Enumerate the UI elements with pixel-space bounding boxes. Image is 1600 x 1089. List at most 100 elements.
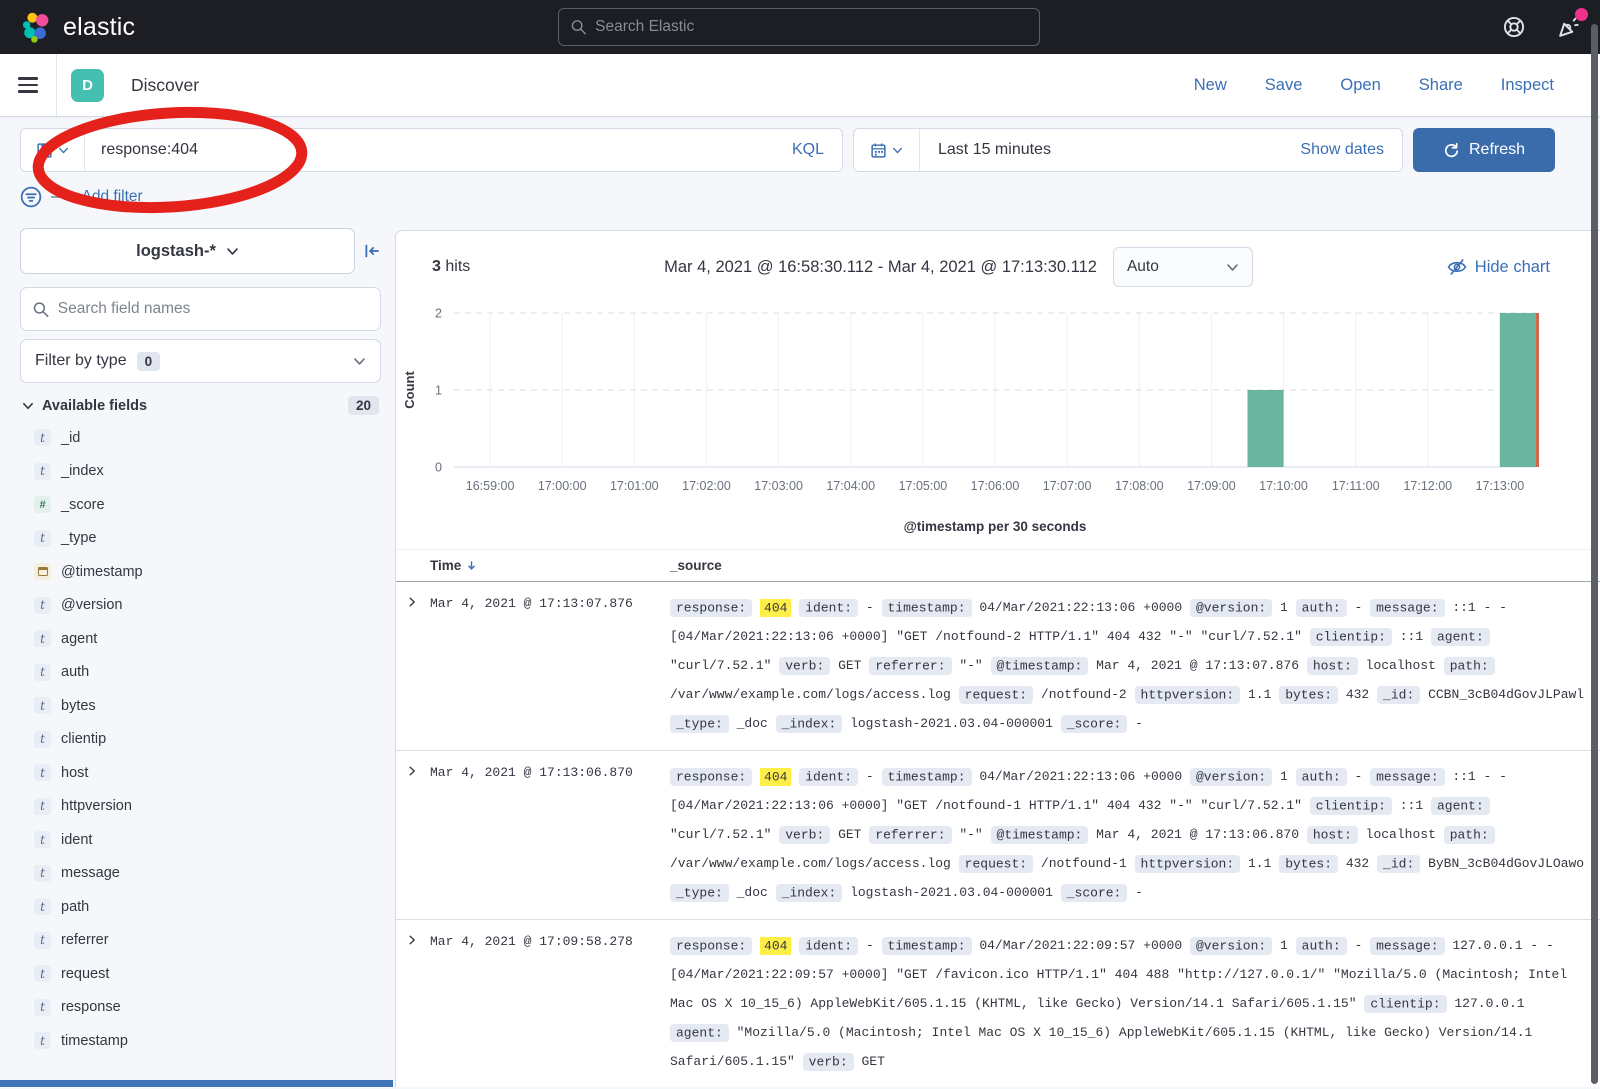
help-icon[interactable] bbox=[1502, 15, 1526, 39]
refresh-button[interactable]: Refresh bbox=[1413, 128, 1555, 172]
field-item-request[interactable]: t request bbox=[20, 957, 381, 991]
histogram-bar bbox=[1248, 390, 1284, 467]
field-name: request bbox=[61, 966, 109, 982]
string-type-icon: t bbox=[34, 597, 51, 614]
add-filter-button[interactable]: + Add filter bbox=[69, 188, 143, 206]
field-item-httpversion[interactable]: thttpversion bbox=[20, 790, 381, 824]
field-item-_score[interactable]: #_score bbox=[20, 488, 381, 522]
query-language-button[interactable]: KQL bbox=[774, 141, 842, 159]
source-column-header: _source bbox=[670, 558, 1600, 573]
table-row: Mar 4, 2021 @ 17:13:06.870response: 404 … bbox=[396, 751, 1600, 920]
time-range-display[interactable]: Last 15 minutes bbox=[920, 141, 1300, 159]
interval-select[interactable]: Auto bbox=[1113, 247, 1253, 287]
row-source: response: 404 ident: - timestamp: 04/Mar… bbox=[670, 931, 1588, 1076]
open-button[interactable]: Open bbox=[1340, 76, 1380, 95]
discover-app-badge[interactable]: D bbox=[71, 69, 104, 102]
field-name: @timestamp bbox=[61, 564, 143, 580]
chart-time-range: Mar 4, 2021 @ 16:58:30.112 - Mar 4, 2021… bbox=[664, 258, 1097, 277]
row-timestamp: Mar 4, 2021 @ 17:13:07.876 bbox=[430, 593, 670, 738]
field-item-bytes[interactable]: tbytes bbox=[20, 689, 381, 723]
eye-slash-icon bbox=[1447, 257, 1467, 277]
time-column-header[interactable]: Time bbox=[430, 558, 670, 573]
elastic-logo[interactable]: elastic bbox=[20, 11, 135, 44]
field-item-clientip[interactable]: tclientip bbox=[20, 723, 381, 757]
saved-query-icon bbox=[36, 142, 53, 159]
index-pattern-select[interactable]: logstash-* bbox=[20, 228, 355, 274]
global-search-box[interactable] bbox=[558, 8, 1040, 46]
available-fields-toggle[interactable]: Available fields 20 bbox=[20, 396, 381, 415]
svg-text:17:00:00: 17:00:00 bbox=[538, 479, 587, 493]
menu-button[interactable] bbox=[0, 54, 57, 116]
collapse-sidebar-button[interactable] bbox=[363, 242, 381, 260]
available-fields-count-badge: 20 bbox=[348, 396, 379, 415]
global-search-input[interactable] bbox=[595, 18, 1027, 36]
inspect-button[interactable]: Inspect bbox=[1501, 76, 1554, 95]
row-source: response: 404 ident: - timestamp: 04/Mar… bbox=[670, 762, 1588, 907]
field-item-_type[interactable]: t_type bbox=[20, 522, 381, 556]
string-type-icon: t bbox=[34, 463, 51, 480]
hide-chart-button[interactable]: Hide chart bbox=[1447, 257, 1576, 277]
chevron-down-icon bbox=[58, 145, 69, 156]
field-list: t _id t_index#_scoret_type @timestamp t@vers… bbox=[20, 421, 381, 1058]
string-type-icon: t bbox=[34, 865, 51, 882]
field-name: path bbox=[61, 899, 89, 915]
filter-icon[interactable] bbox=[20, 186, 42, 208]
string-type-icon: t bbox=[34, 999, 51, 1016]
svg-text:Count: Count bbox=[402, 371, 417, 409]
field-item-@version[interactable]: t@version bbox=[20, 589, 381, 623]
saved-query-menu-button[interactable] bbox=[21, 129, 85, 171]
row-source: response: 404 ident: - timestamp: 04/Mar… bbox=[670, 593, 1588, 738]
field-item-ident[interactable]: tident bbox=[20, 823, 381, 857]
date-type-icon bbox=[34, 563, 51, 580]
field-item-referrer[interactable]: treferrer bbox=[20, 924, 381, 958]
field-name: timestamp bbox=[61, 1033, 128, 1049]
field-item-host[interactable]: thost bbox=[20, 756, 381, 790]
show-dates-button[interactable]: Show dates bbox=[1300, 141, 1402, 159]
global-header: elastic bbox=[0, 0, 1600, 54]
svg-text:17:13:00: 17:13:00 bbox=[1476, 479, 1525, 493]
field-name: message bbox=[61, 865, 120, 881]
field-item-timestamp[interactable]: ttimestamp bbox=[20, 1024, 381, 1058]
field-item-message[interactable]: t message bbox=[20, 857, 381, 891]
new-button[interactable]: New bbox=[1194, 76, 1227, 95]
histogram-svg: 16:59:0017:00:0017:01:0017:02:0017:03:00… bbox=[396, 299, 1546, 537]
string-type-icon: t bbox=[34, 965, 51, 982]
svg-text:2: 2 bbox=[435, 307, 442, 321]
field-item-_id[interactable]: t _id bbox=[20, 421, 381, 455]
kql-query-input[interactable] bbox=[85, 141, 774, 159]
share-button[interactable]: Share bbox=[1419, 76, 1463, 95]
field-item-@timestamp[interactable]: @timestamp bbox=[20, 555, 381, 589]
brand-name: elastic bbox=[63, 13, 135, 42]
expand-row-icon[interactable] bbox=[406, 593, 430, 738]
svg-text:17:01:00: 17:01:00 bbox=[610, 479, 659, 493]
field-name: bytes bbox=[61, 698, 96, 714]
date-picker-menu-button[interactable] bbox=[854, 129, 920, 171]
chevron-down-icon bbox=[353, 355, 366, 368]
field-name: _score bbox=[61, 497, 105, 513]
field-name: referrer bbox=[61, 932, 109, 948]
histogram-chart[interactable]: 16:59:0017:00:0017:01:0017:02:0017:03:00… bbox=[396, 299, 1590, 537]
field-item-_index[interactable]: t_index bbox=[20, 455, 381, 489]
hits-count: 3 hits bbox=[432, 258, 470, 276]
field-search-input[interactable] bbox=[58, 300, 368, 318]
expand-row-icon[interactable] bbox=[406, 931, 430, 1076]
string-type-icon: t bbox=[34, 831, 51, 848]
app-navbar: D Discover New Save Open Share Inspect bbox=[0, 54, 1600, 117]
newsfeed-icon[interactable] bbox=[1556, 15, 1580, 39]
expand-row-icon[interactable] bbox=[406, 762, 430, 907]
svg-text:@timestamp per 30 seconds: @timestamp per 30 seconds bbox=[904, 519, 1087, 534]
field-item-auth[interactable]: tauth bbox=[20, 656, 381, 690]
field-item-response[interactable]: tresponse bbox=[20, 991, 381, 1025]
filter-by-type-select[interactable]: Filter by type 0 bbox=[20, 339, 381, 383]
field-name: _id bbox=[61, 430, 80, 446]
page-scrollbar[interactable] bbox=[1591, 24, 1598, 1084]
field-search-box[interactable] bbox=[20, 287, 381, 331]
svg-text:17:04:00: 17:04:00 bbox=[826, 479, 875, 493]
string-type-icon: t bbox=[34, 429, 51, 446]
field-item-agent[interactable]: tagent bbox=[20, 622, 381, 656]
sort-down-icon bbox=[465, 559, 478, 572]
string-type-icon: t bbox=[34, 664, 51, 681]
search-icon bbox=[571, 19, 586, 35]
field-item-path[interactable]: tpath bbox=[20, 890, 381, 924]
save-button[interactable]: Save bbox=[1265, 76, 1303, 95]
